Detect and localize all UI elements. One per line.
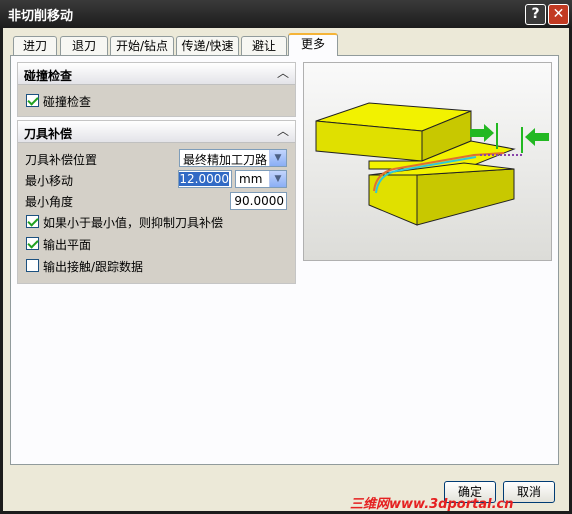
- collision-group-header[interactable]: 碰撞检查 ︿: [18, 63, 295, 85]
- close-button[interactable]: ✕: [548, 4, 569, 25]
- window-title: 非切削移动: [8, 9, 74, 24]
- comp-position-label: 刀具补偿位置: [25, 153, 98, 167]
- min-move-input[interactable]: 12.0000: [178, 170, 232, 188]
- chevron-up-icon[interactable]: ︿: [274, 65, 292, 82]
- chevron-up-icon[interactable]: ︿: [274, 123, 292, 140]
- output-contact-checkbox[interactable]: [26, 259, 39, 272]
- output-plane-label: 输出平面: [43, 238, 92, 252]
- block-side-lower: [416, 168, 515, 226]
- tab-transfer-rapid[interactable]: 传递/快速: [176, 36, 239, 55]
- help-button[interactable]: ?: [525, 4, 546, 25]
- preview-image: [303, 62, 552, 261]
- arrow-right-icon: [470, 124, 494, 142]
- title-bar: [0, 0, 572, 28]
- collision-group-title: 碰撞检查: [24, 69, 73, 83]
- cutter-comp-group-header[interactable]: 刀具补偿 ︿: [18, 121, 295, 143]
- tab-engage[interactable]: 进刀: [13, 36, 57, 55]
- collision-check-label: 碰撞检查: [43, 95, 92, 109]
- min-angle-input[interactable]: 90.0000: [230, 192, 287, 210]
- min-move-label: 最小移动: [25, 174, 74, 188]
- output-contact-label: 输出接触/跟踪数据: [43, 260, 144, 274]
- comp-position-select[interactable]: 最终精加工刀路 ▼: [179, 149, 287, 167]
- cutter-comp-group: 刀具补偿 ︿ 刀具补偿位置 最终精加工刀路 ▼ 最小移动 12.0000 mm …: [17, 120, 296, 284]
- suppress-comp-checkbox[interactable]: [26, 215, 39, 228]
- output-plane-checkbox[interactable]: [26, 237, 39, 250]
- chevron-down-icon[interactable]: ▼: [269, 171, 286, 187]
- collision-check-checkbox[interactable]: [26, 94, 39, 107]
- tab-avoidance[interactable]: 避让: [241, 36, 287, 55]
- help-icon: ?: [531, 6, 540, 22]
- suppress-comp-label: 如果小于最小值，则抑制刀具补偿: [43, 216, 224, 230]
- min-move-unit-select[interactable]: mm ▼: [235, 170, 287, 188]
- collision-group: 碰撞检查 ︿ 碰撞检查: [17, 62, 296, 117]
- close-icon: ✕: [552, 6, 565, 22]
- tab-retract[interactable]: 退刀: [60, 36, 108, 55]
- arrow-left-icon: [525, 128, 549, 146]
- chevron-down-icon[interactable]: ▼: [269, 150, 286, 166]
- min-move-unit: mm: [239, 172, 263, 186]
- min-move-value: 12.0000: [179, 172, 229, 186]
- tab-more[interactable]: 更多: [288, 33, 338, 56]
- tab-start-drill-points[interactable]: 开始/钻点: [110, 36, 174, 55]
- cutter-comp-group-title: 刀具补偿: [24, 127, 73, 141]
- stepped-block-illustration: [315, 102, 549, 226]
- comp-position-value: 最终精加工刀路: [183, 153, 268, 167]
- watermark: 三维网www.3dportal.cn: [350, 497, 514, 512]
- min-angle-label: 最小角度: [25, 195, 74, 209]
